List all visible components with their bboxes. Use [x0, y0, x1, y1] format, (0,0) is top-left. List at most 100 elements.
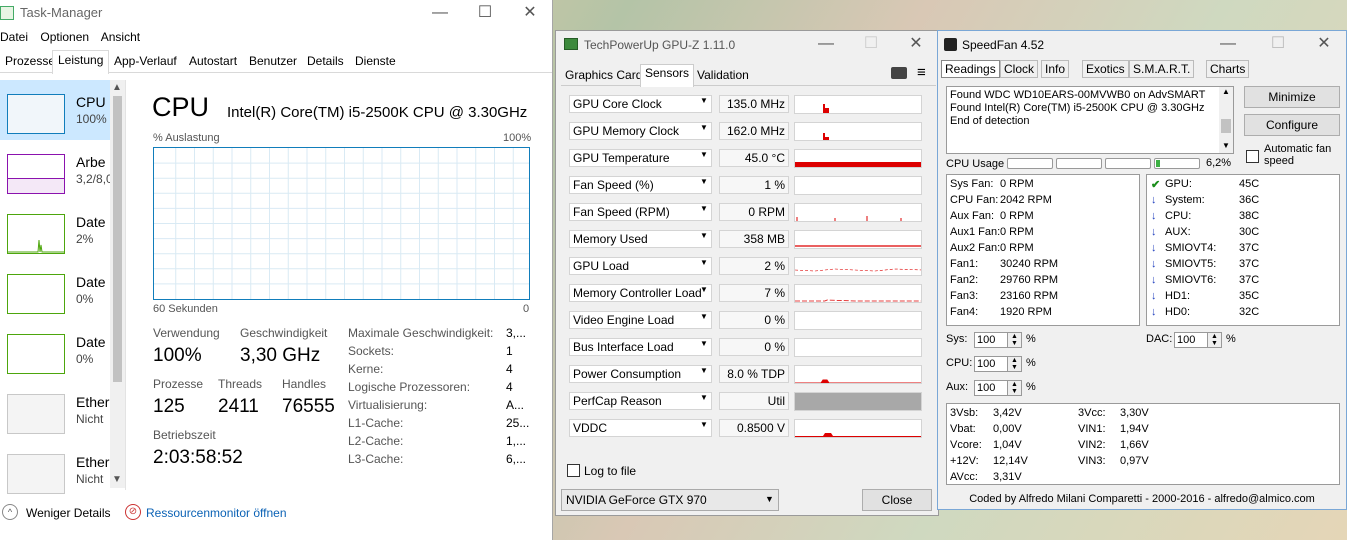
chevron-up-icon[interactable]: ^: [2, 504, 18, 520]
chevron-down-icon[interactable]: ▼: [700, 366, 708, 375]
close-icon[interactable]: ✕: [906, 35, 926, 53]
sensor-label[interactable]: Fan Speed (RPM): [569, 203, 712, 221]
minimize-button[interactable]: Minimize: [1244, 86, 1340, 108]
sensor-label[interactable]: GPU Temperature: [569, 149, 712, 167]
tab-graphics-card[interactable]: Graphics Card: [561, 67, 646, 86]
tab-charts[interactable]: Charts: [1206, 60, 1250, 78]
chevron-down-icon[interactable]: ▼: [700, 420, 708, 429]
speed-stepper[interactable]: 100 ▲ ▼: [974, 380, 1022, 396]
info-label: Logische Prozessoren:: [348, 380, 471, 394]
tab-benutzer[interactable]: Benutzer: [244, 52, 302, 73]
sensor-label[interactable]: Video Engine Load: [569, 311, 712, 329]
tab-smart[interactable]: S.M.A.R.T.: [1129, 60, 1195, 78]
minimize-icon[interactable]: —: [816, 35, 836, 53]
fan-label: Fan4:: [950, 306, 979, 318]
scroll-up-icon[interactable]: ▲: [1222, 87, 1230, 96]
sensor-label[interactable]: Power Consumption: [569, 365, 712, 383]
stepper-arrows-icon[interactable]: ▲ ▼: [1007, 381, 1021, 395]
tab-app-verlauf[interactable]: App-Verlauf: [109, 52, 182, 73]
maximize-icon[interactable]: ☐: [861, 35, 881, 53]
graph-y-max: 100%: [503, 132, 532, 144]
sidebar-scrollbar[interactable]: ▲ ▼: [110, 80, 125, 488]
chevron-down-icon[interactable]: ▼: [700, 150, 708, 159]
tab-details[interactable]: Details: [302, 52, 349, 73]
sidebar-item-ethernet-0[interactable]: Ether Nicht: [0, 380, 110, 440]
chevron-down-icon[interactable]: ▼: [700, 285, 708, 294]
sidebar-item-disk-0[interactable]: Date 2%: [0, 200, 110, 260]
tab-clock[interactable]: Clock: [1000, 60, 1039, 78]
chevron-down-icon[interactable]: ▼: [700, 123, 708, 132]
gpuz-logo-icon: [564, 38, 578, 50]
scrollbar-thumb[interactable]: [113, 96, 122, 382]
chevron-down-icon[interactable]: ▼: [700, 231, 708, 240]
close-button[interactable]: Close: [862, 489, 932, 511]
speed-stepper[interactable]: 100 ▲ ▼: [974, 332, 1022, 348]
sensor-label[interactable]: Fan Speed (%): [569, 176, 712, 194]
tab-validation[interactable]: Validation: [693, 67, 753, 86]
minimize-icon[interactable]: —: [1218, 35, 1238, 53]
minimize-icon[interactable]: —: [430, 4, 450, 22]
menu-datei[interactable]: Datei: [0, 30, 28, 44]
menu-ansicht[interactable]: Ansicht: [101, 30, 140, 44]
scroll-down-icon[interactable]: ▼: [112, 474, 122, 485]
title-bar[interactable]: Task-Manager — ☐ ✕: [0, 0, 552, 26]
tab-sensors[interactable]: Sensors: [640, 64, 695, 87]
detection-log[interactable]: Found WDC WD10EARS-00MVWB0 on AdvSMART F…: [946, 86, 1234, 154]
sensor-label[interactable]: GPU Load: [569, 257, 712, 275]
gpuz-window: TechPowerUp GPU-Z 1.11.0 — ☐ ✕ Graphics …: [555, 30, 939, 516]
chevron-down-icon[interactable]: ▼: [700, 258, 708, 267]
temp-label: GPU:: [1165, 178, 1192, 190]
scrollbar-thumb[interactable]: [1221, 119, 1231, 133]
chevron-down-icon[interactable]: ▼: [700, 312, 708, 321]
chevron-down-icon[interactable]: ▼: [700, 393, 708, 402]
sidebar-item-memory[interactable]: Arbe 3,2/8,0: [0, 140, 113, 200]
sensor-label[interactable]: GPU Core Clock: [569, 95, 712, 113]
auto-fan-checkbox[interactable]: [1246, 150, 1259, 163]
device-select[interactable]: NVIDIA GeForce GTX 970 ▼: [561, 489, 779, 511]
menu-optionen[interactable]: Optionen: [40, 30, 89, 44]
voltage-value: 3,42V: [993, 407, 1022, 419]
sensor-label[interactable]: Bus Interface Load: [569, 338, 712, 356]
speed-stepper[interactable]: 100 ▲ ▼: [974, 356, 1022, 372]
sensor-label[interactable]: Memory Used: [569, 230, 712, 248]
tab-leistung[interactable]: Leistung: [52, 50, 110, 74]
sensor-label[interactable]: Memory Controller Load: [569, 284, 712, 302]
sidebar-item-disk-1[interactable]: Date 0%: [0, 260, 110, 320]
tab-readings[interactable]: Readings: [941, 60, 1000, 78]
maximize-icon[interactable]: ☐: [475, 4, 495, 22]
chevron-down-icon[interactable]: ▼: [700, 339, 708, 348]
camera-icon[interactable]: [891, 67, 907, 79]
sidebar-item-disk-2[interactable]: Date 0%: [0, 320, 110, 380]
stepper-arrows-icon[interactable]: ▲ ▼: [1007, 333, 1021, 347]
close-icon[interactable]: ✕: [520, 4, 540, 22]
chevron-down-icon[interactable]: ▼: [700, 177, 708, 186]
scroll-down-icon[interactable]: ▼: [1222, 141, 1230, 150]
log-to-file-checkbox[interactable]: [567, 464, 580, 477]
maximize-icon[interactable]: ☐: [1268, 35, 1288, 53]
voltage-label: VIN1:: [1078, 423, 1106, 435]
tab-dienste[interactable]: Dienste: [350, 52, 401, 73]
tab-info[interactable]: Info: [1041, 60, 1070, 78]
sensor-label[interactable]: GPU Memory Clock: [569, 122, 712, 140]
tab-autostart[interactable]: Autostart: [184, 52, 242, 73]
less-details-link[interactable]: Weniger Details: [26, 506, 110, 520]
configure-button[interactable]: Configure: [1244, 114, 1340, 136]
chevron-down-icon[interactable]: ▼: [700, 96, 708, 105]
close-icon[interactable]: ✕: [1314, 35, 1334, 53]
fan-label: Aux Fan:: [950, 210, 995, 222]
fan-value: 1920 RPM: [1000, 306, 1052, 318]
sensor-label[interactable]: VDDC: [569, 419, 712, 437]
sidebar-item-ethernet-1[interactable]: Ether Nicht: [0, 440, 110, 500]
tab-exotics[interactable]: Exotics: [1082, 60, 1129, 78]
sidebar-item-value: 2%: [76, 232, 94, 246]
chevron-down-icon[interactable]: ▼: [700, 204, 708, 213]
stepper-arrows-icon[interactable]: ▲ ▼: [1007, 357, 1021, 371]
resource-monitor-link[interactable]: Ressourcenmonitor öffnen: [146, 506, 287, 520]
stepper-arrows-icon[interactable]: ▲ ▼: [1207, 333, 1221, 347]
dac-stepper[interactable]: 100 ▲ ▼: [1174, 332, 1222, 348]
sidebar-item-cpu[interactable]: CPU 100%: [0, 80, 110, 140]
log-scrollbar[interactable]: ▲ ▼: [1219, 87, 1233, 153]
sensor-label[interactable]: PerfCap Reason: [569, 392, 712, 410]
menu-icon[interactable]: ≡: [917, 64, 926, 81]
scroll-up-icon[interactable]: ▲: [112, 82, 122, 93]
